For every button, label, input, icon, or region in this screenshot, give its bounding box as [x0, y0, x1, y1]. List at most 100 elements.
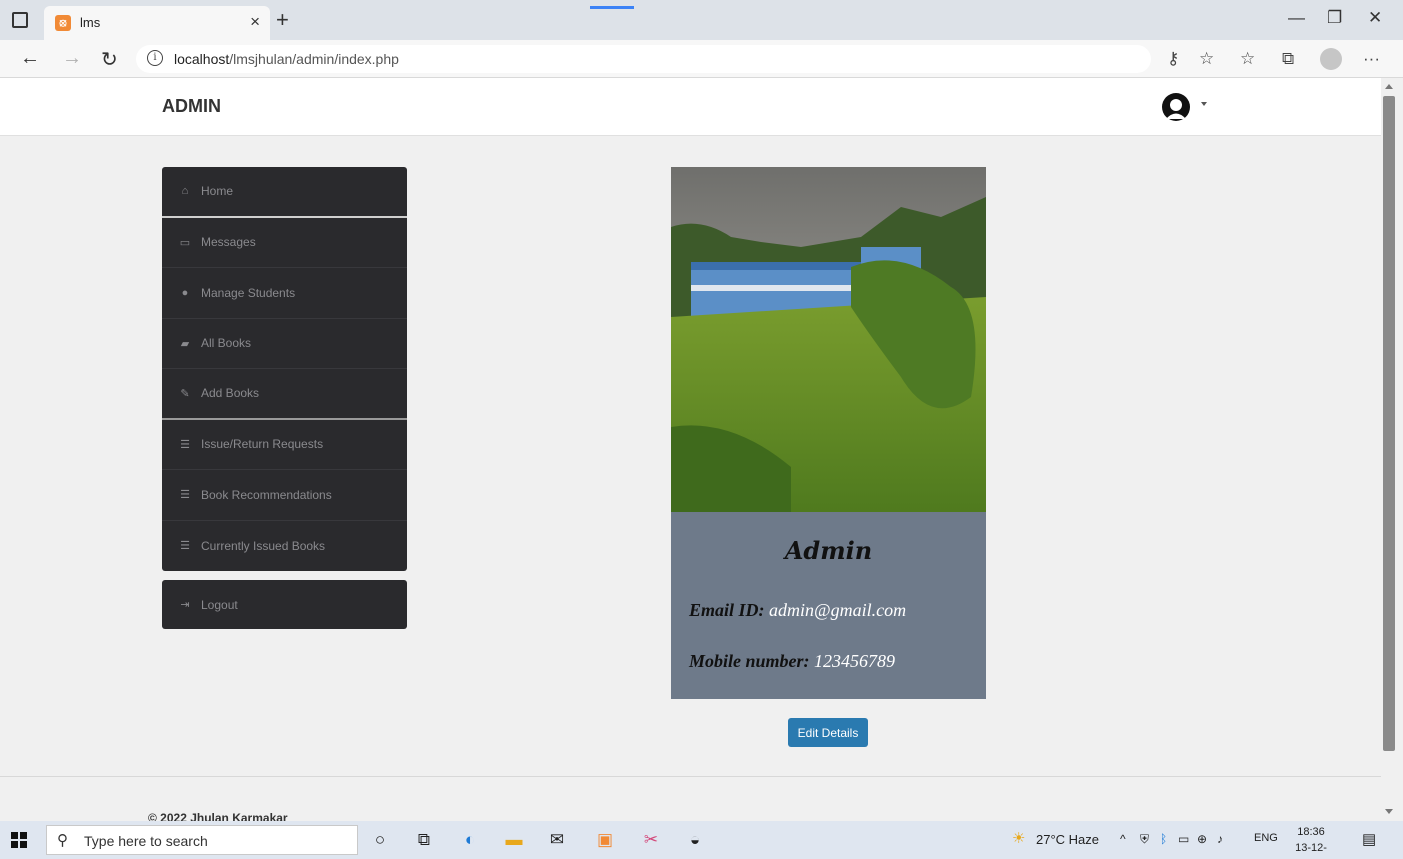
email-line: Email ID: admin@gmail.com — [689, 600, 906, 621]
notification-icon[interactable]: ▤ — [1362, 830, 1376, 848]
address-bar[interactable]: i localhost/lmsjhulan/admin/index.php — [136, 45, 1151, 73]
inbox-icon: ▭ — [179, 236, 191, 249]
new-tab-icon[interactable]: + — [276, 7, 289, 33]
site-header: ADMIN — [0, 78, 1381, 136]
home-icon: ⌂ — [181, 185, 189, 198]
windows-start-icon[interactable] — [11, 832, 27, 848]
edit-details-button[interactable]: Edit Details — [788, 718, 868, 747]
sidebar-item-currently-issued-books[interactable]: ☰ Currently Issued Books — [162, 521, 407, 572]
taskbar-search[interactable]: ⚲ Type here to search — [46, 825, 358, 855]
clock-date: 13-12-2022 — [1295, 842, 1327, 859]
more-menu-icon[interactable]: ··· — [1363, 49, 1380, 69]
clock[interactable]: 18:36 13-12-2022 — [1286, 824, 1336, 859]
favorite-icon[interactable]: ☆ — [1199, 49, 1214, 69]
password-key-icon[interactable]: ⚷ — [1167, 49, 1179, 69]
forward-icon[interactable]: → — [62, 47, 82, 70]
chevron-down-icon[interactable] — [1201, 102, 1207, 106]
language-indicator[interactable]: ENG — [1254, 832, 1278, 844]
bluetooth-icon[interactable]: ᛒ — [1160, 832, 1167, 846]
weather-text[interactable]: 27°C Haze — [1036, 832, 1099, 847]
list-alt-icon: ☰ — [180, 438, 190, 451]
brand-title: ADMIN — [162, 96, 221, 116]
loading-indicator — [590, 6, 634, 9]
sidebar-item-label: Issue/Return Requests — [201, 437, 324, 452]
profile-name: Admin — [784, 536, 873, 565]
windows-taskbar: ⚲ Type here to search ○ ⧉ ◐ ▬ ✉ ▣ ✂ ◒ ☀ … — [0, 821, 1403, 859]
browser-tab[interactable]: ⦻ lms × — [44, 6, 270, 40]
user-account-icon[interactable] — [1159, 92, 1193, 122]
search-icon: ⚲ — [57, 832, 68, 849]
sidebar-item-home[interactable]: ⌂ Home — [162, 167, 407, 218]
page-scrollbar[interactable] — [1381, 78, 1403, 821]
mobile-value: 123456789 — [814, 651, 896, 671]
battery-icon[interactable]: ▭ — [1178, 832, 1189, 846]
email-value: admin@gmail.com — [769, 600, 907, 620]
scroll-down-icon[interactable] — [1385, 809, 1393, 814]
weather-icon[interactable]: ☀ — [1012, 829, 1025, 847]
snipping-tool-icon[interactable]: ✂ — [640, 830, 662, 850]
sidebar-item-label: Messages — [201, 235, 256, 250]
sidebar-item-all-books[interactable]: ▰ All Books — [162, 319, 407, 369]
close-window-icon[interactable]: ✕ — [1368, 8, 1382, 28]
maximize-icon[interactable]: ❐ — [1327, 8, 1342, 28]
profile-info: Admin Email ID: admin@gmail.com Mobile n… — [671, 512, 986, 699]
back-icon[interactable]: ← — [20, 47, 40, 70]
sidebar-item-manage-students[interactable]: ● Manage Students — [162, 268, 407, 319]
clock-time: 18:36 — [1297, 826, 1325, 838]
globe-icon[interactable]: ⊕ — [1197, 832, 1207, 846]
scroll-up-icon[interactable] — [1385, 84, 1393, 89]
photos-icon[interactable]: ◒ — [684, 830, 706, 850]
volume-icon[interactable]: ♪ — [1217, 832, 1223, 846]
footer-copyright: © 2022 Jhulan Karmakar — [148, 811, 288, 821]
favorites-list-icon[interactable]: ☆ — [1240, 49, 1255, 69]
sidebar-item-label: Add Books — [201, 386, 260, 401]
scroll-thumb[interactable] — [1383, 96, 1395, 751]
page-content: ADMIN ⌂ Home ▭ Messages ● Manage Student… — [0, 78, 1381, 821]
sidebar-item-messages[interactable]: ▭ Messages — [162, 218, 407, 268]
refresh-icon[interactable]: ↻ — [101, 47, 118, 72]
mobile-line: Mobile number: 123456789 — [689, 651, 895, 672]
profile-avatar-icon[interactable] — [1320, 48, 1342, 70]
tab-actions-icon[interactable] — [12, 12, 28, 28]
address-toolbar: ← → ↻ i localhost/lmsjhulan/admin/index.… — [0, 40, 1403, 78]
task-view-icon[interactable]: ⧉ — [413, 830, 435, 850]
logout-button[interactable]: ⇥ Logout — [162, 580, 407, 629]
logout-icon: ⇥ — [180, 599, 190, 611]
chevron-up-icon[interactable]: ^ — [1120, 832, 1126, 846]
site-info-icon[interactable]: i — [147, 50, 163, 66]
sidebar-item-label: Currently Issued Books — [201, 538, 326, 553]
edit-icon: ✎ — [180, 387, 190, 400]
sidebar-item-label: All Books — [201, 336, 252, 351]
profile-card: Admin Email ID: admin@gmail.com Mobile n… — [671, 167, 986, 699]
mail-icon[interactable]: ✉ — [546, 830, 568, 850]
url-text: localhost/lmsjhulan/admin/index.php — [174, 51, 399, 67]
book-icon: ▰ — [180, 337, 190, 350]
minimize-icon[interactable]: — — [1288, 8, 1305, 28]
profile-photo — [671, 167, 986, 512]
cortana-icon[interactable]: ○ — [369, 830, 391, 850]
browser-tab-bar: ⦻ lms × + — ❐ ✕ — [0, 0, 1403, 40]
email-label: Email ID: — [689, 600, 765, 620]
tab-title: lms — [80, 15, 101, 30]
sidebar-item-add-books[interactable]: ✎ Add Books — [162, 369, 407, 420]
logout-label: Logout — [201, 597, 238, 612]
list-icon: ☰ — [180, 489, 190, 502]
list-icon: ☰ — [180, 540, 190, 553]
xampp-favicon-icon: ⦻ — [55, 15, 71, 31]
edge-icon[interactable]: ◐ — [459, 830, 481, 850]
network-shield-icon[interactable]: ⛨ — [1140, 832, 1149, 847]
mobile-label: Mobile number: — [689, 651, 810, 671]
footer-divider — [0, 776, 1381, 777]
search-placeholder: Type here to search — [84, 833, 208, 849]
sidebar-item-label: Manage Students — [201, 285, 296, 300]
sidebar-item-label: Book Recommendations — [201, 487, 332, 502]
sidebar-menu: ⌂ Home ▭ Messages ● Manage Students ▰ Al… — [162, 167, 407, 571]
sidebar-item-label: Home — [201, 184, 234, 199]
file-explorer-icon[interactable]: ▬ — [503, 830, 525, 850]
collections-icon[interactable]: ⧉ — [1282, 49, 1294, 69]
xampp-icon[interactable]: ▣ — [594, 830, 616, 850]
sidebar-item-book-recommendations[interactable]: ☰ Book Recommendations — [162, 470, 407, 521]
tab-close-icon[interactable]: × — [250, 12, 260, 32]
sidebar-item-issue-return-requests[interactable]: ☰ Issue/Return Requests — [162, 420, 407, 470]
user-icon: ● — [181, 286, 189, 299]
